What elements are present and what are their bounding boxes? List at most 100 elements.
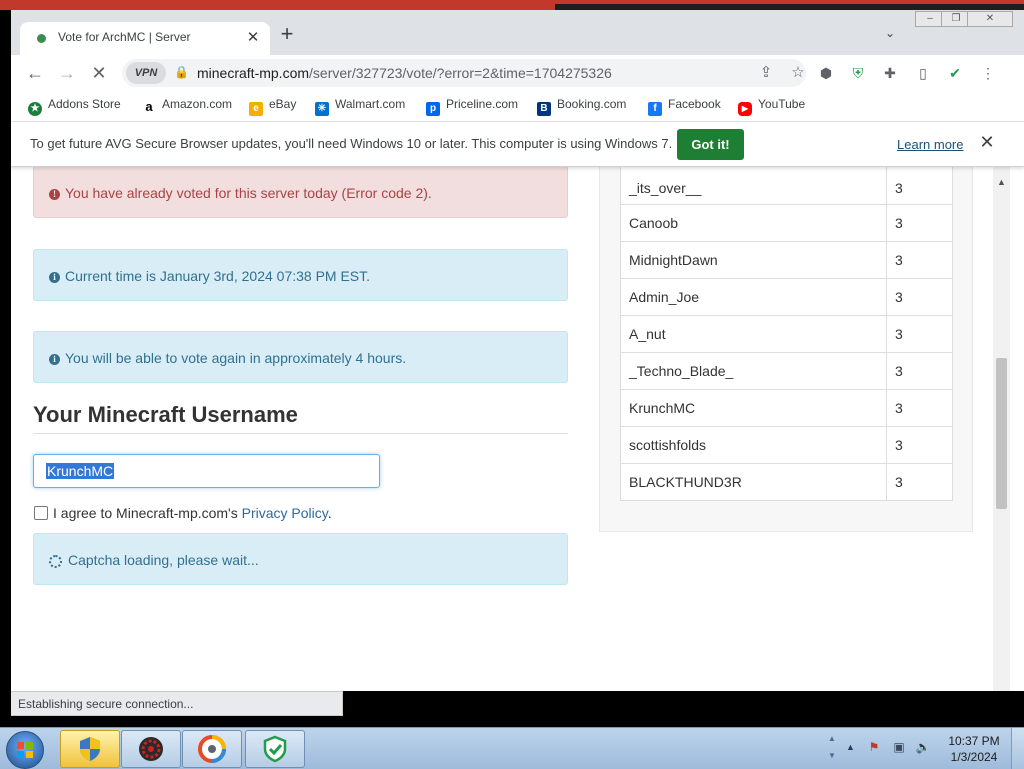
table-row: MidnightDawn 3 — [620, 241, 953, 279]
top-voters-table: _its_over__ 3 Canoob 3 MidnightDawn 3 Admin… — [620, 165, 953, 501]
green-shield-icon — [263, 735, 287, 763]
amazon-icon: a — [142, 100, 156, 114]
agree-checkbox[interactable] — [34, 506, 48, 520]
voter-votes: 3 — [886, 278, 953, 316]
close-window-button[interactable]: ✕ — [967, 11, 1013, 27]
taskbar-avg-antivirus[interactable] — [245, 730, 305, 768]
tab-close-icon[interactable]: ✕ — [244, 28, 262, 46]
taskbar-security-center[interactable] — [60, 730, 120, 768]
extensions-puzzle-icon[interactable]: ✚ — [881, 64, 899, 82]
captcha-text: Captcha loading, please wait... — [68, 552, 259, 568]
start-button[interactable] — [6, 731, 44, 769]
table-row: BLACKTHUND3R 3 — [620, 463, 953, 501]
menu-kebab-icon[interactable]: ⋮ — [979, 64, 997, 82]
taskbar-app-red-gear[interactable] — [121, 730, 181, 768]
infobar-close-icon[interactable]: ✕ — [977, 132, 997, 153]
extension-privacy-icon[interactable]: ⛨ — [849, 64, 867, 82]
bookmark-ebay[interactable]: e eBay — [249, 97, 296, 116]
error-alert-text-wrap: ! You have already voted for this server … — [49, 185, 432, 201]
table-row: Canoob 3 — [620, 204, 953, 242]
walmart-icon: ✳ — [315, 102, 329, 116]
url-path: /server/327723/vote/?error=2&time=170427… — [309, 65, 612, 81]
vote-again-text: You will be able to vote again in approx… — [65, 350, 407, 366]
voter-votes: 3 — [886, 389, 953, 427]
avg-shield-icon[interactable]: ✔ — [946, 64, 964, 82]
scroll-up-arrow-icon[interactable]: ▲ — [993, 177, 1010, 187]
bookmark-label: eBay — [269, 97, 297, 111]
username-input[interactable]: KrunchMC — [33, 454, 380, 488]
error-alert: ! You have already voted for this server … — [33, 165, 568, 218]
got-it-button[interactable]: Got it! — [677, 129, 744, 160]
taskbar-scroll[interactable]: ▲ ▼ — [826, 730, 838, 766]
spinner-icon — [49, 555, 62, 568]
back-arrow-icon[interactable]: ← — [23, 61, 47, 85]
page-scrollbar[interactable]: ▲ ▼ — [993, 165, 1010, 715]
vpn-button[interactable]: VPN — [126, 62, 166, 84]
lock-icon[interactable]: 🔒 — [174, 65, 189, 79]
bookmark-label: Amazon.com — [162, 97, 233, 111]
voter-name: MidnightDawn — [620, 241, 887, 279]
status-text: Establishing secure connection... — [11, 691, 343, 716]
bookmark-addons-store[interactable]: ★ Addons Store — [28, 97, 121, 116]
table-row: KrunchMC 3 — [620, 389, 953, 427]
voter-votes: 3 — [886, 426, 953, 464]
bookmark-walmart[interactable]: ✳ Walmart.com — [315, 97, 405, 116]
divider — [33, 433, 568, 434]
page-content: ! You have already voted for this server … — [11, 165, 1024, 691]
booking-icon: B — [537, 102, 551, 116]
address-bar[interactable]: VPN 🔒 minecraft-mp.com/server/327723/vot… — [122, 59, 806, 87]
tab-vote-archmc[interactable]: Vote for ArchMC | Server ✕ — [20, 22, 270, 55]
tab-strip: Vote for ArchMC | Server ✕ + ⌄ – ❐ ✕ — [11, 10, 1024, 55]
youtube-icon: ▶ — [738, 102, 752, 116]
show-hidden-icons-arrow-icon[interactable]: ▲ — [846, 742, 855, 752]
red-gear-icon — [139, 737, 163, 761]
voter-name: _its_over__ — [620, 165, 887, 205]
stop-loading-icon[interactable]: ✕ — [87, 61, 111, 85]
url-text[interactable]: minecraft-mp.com/server/327723/vote/?err… — [197, 65, 612, 81]
tab-search-chevron-down-icon[interactable]: ⌄ — [885, 26, 895, 40]
agree-label: I agree to Minecraft-mp.com's Privacy Po… — [53, 505, 332, 521]
bookmark-label: Priceline.com — [446, 97, 519, 111]
windows-shield-icon — [80, 737, 100, 761]
voter-name: Admin_Joe — [620, 278, 887, 316]
tab-title: Vote for ArchMC | Server — [58, 30, 191, 44]
action-center-flag-icon[interactable]: ⚑ — [866, 739, 882, 755]
network-icon[interactable]: ▣ — [891, 739, 907, 755]
bookmark-label: Addons Store — [48, 97, 121, 111]
volume-muted-icon[interactable]: 🔈 — [915, 739, 931, 755]
bookmark-priceline[interactable]: p Priceline.com — [426, 97, 518, 116]
share-icon[interactable]: ⇪ — [756, 63, 776, 81]
forward-arrow-icon[interactable]: → — [55, 61, 79, 85]
bookmark-label: Booking.com — [557, 97, 627, 111]
browser-window: Vote for ArchMC | Server ✕ + ⌄ – ❐ ✕ ← →… — [11, 10, 1024, 716]
voter-votes: 3 — [886, 165, 953, 205]
bookmark-amazon[interactable]: a Amazon.com — [142, 97, 232, 114]
vote-again-alert: i You will be able to vote again in appro… — [33, 331, 568, 383]
scrollbar-thumb[interactable] — [996, 358, 1007, 509]
taskbar-avg-browser[interactable] — [182, 730, 242, 768]
current-time-text: Current time is January 3rd, 2024 07:38 … — [65, 268, 371, 284]
current-time-alert: i Current time is January 3rd, 2024 07:38… — [33, 249, 568, 301]
show-desktop-button[interactable] — [1011, 728, 1024, 769]
table-row: _Techno_Blade_ 3 — [620, 352, 953, 390]
bookmark-facebook[interactable]: f Facebook — [648, 97, 721, 116]
extension-shield-gray-icon[interactable]: ⬢ — [817, 64, 835, 82]
voter-name: scottishfolds — [620, 426, 887, 464]
voter-votes: 3 — [886, 241, 953, 279]
learn-more-link[interactable]: Learn more — [897, 137, 963, 152]
privacy-policy-link[interactable]: Privacy Policy — [242, 505, 328, 521]
info-circle-icon: i — [49, 272, 60, 283]
new-tab-button[interactable]: + — [275, 23, 299, 45]
agree-text: I agree to Minecraft-mp.com's — [53, 505, 242, 521]
windows-logo-icon — [17, 742, 33, 758]
bookmark-booking[interactable]: B Booking.com — [537, 97, 626, 116]
addons-store-icon: ★ — [28, 102, 42, 116]
bookmark-label: Facebook — [668, 97, 721, 111]
system-clock[interactable]: 10:37 PM 1/3/2024 — [944, 733, 1004, 765]
table-row: _its_over__ 3 — [620, 165, 953, 205]
side-panel-icon[interactable]: ▯ — [914, 64, 932, 82]
top-voters-panel: _its_over__ 3 Canoob 3 MidnightDawn 3 Admin… — [599, 165, 973, 532]
bookmark-star-icon[interactable]: ☆ — [788, 63, 808, 81]
bookmark-youtube[interactable]: ▶ YouTube — [738, 97, 805, 116]
voter-name: Canoob — [620, 204, 887, 242]
